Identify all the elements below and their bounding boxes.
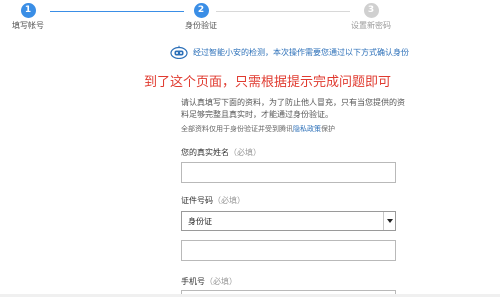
step-number-badge: 2 bbox=[193, 3, 209, 18]
field-label-text: 证件号码 bbox=[181, 196, 213, 205]
real-name-input[interactable] bbox=[181, 162, 396, 183]
step-label: 身份验证 bbox=[185, 21, 217, 30]
privacy-note: 全部资料仅用于身份验证并受到腾讯隐私政策保护 bbox=[181, 124, 335, 134]
id-number-input[interactable] bbox=[181, 240, 396, 261]
step-identity-verify: 2 身份验证 bbox=[161, 3, 241, 31]
phone-label: 手机号（必填） bbox=[181, 276, 237, 287]
id-type-select[interactable]: 身份证 bbox=[181, 211, 396, 231]
step-label: 填写帐号 bbox=[12, 21, 44, 30]
privacy-note-prefix: 全部资料仅用于身份验证并受到腾讯 bbox=[181, 125, 293, 133]
security-notice: 经过智能小安的检测，本次操作需要您通过以下方式确认身份 bbox=[170, 44, 409, 60]
step-label: 设置新密码 bbox=[351, 21, 391, 30]
privacy-note-suffix: 保护 bbox=[321, 125, 335, 133]
step-number-badge: 1 bbox=[20, 3, 36, 18]
step-fill-account: 1 填写帐号 bbox=[0, 3, 68, 31]
dropdown-arrow-icon[interactable] bbox=[383, 212, 395, 230]
real-name-label: 您的真实姓名（必填） bbox=[181, 147, 261, 158]
field-label-text: 您的真实姓名 bbox=[181, 148, 229, 157]
step-progress-bar: 1 填写帐号 2 身份验证 3 设置新密码 bbox=[0, 0, 500, 36]
field-label-text: 手机号 bbox=[181, 277, 205, 286]
required-marker: （必填） bbox=[213, 196, 245, 205]
required-marker: （必填） bbox=[229, 148, 261, 157]
intro-text: 请认真填写下面的资料，为了防止他人冒充，只有当您提供的资料足够完整且真实时，才能… bbox=[181, 98, 405, 119]
step-number-badge: 3 bbox=[363, 3, 379, 18]
security-notice-text: 经过智能小安的检测，本次操作需要您通过以下方式确认身份 bbox=[193, 47, 409, 57]
id-number-label: 证件号码（必填） bbox=[181, 195, 245, 206]
overlay-caption: 到了这个页面，只需根据提示完成问题即可 bbox=[144, 75, 392, 90]
security-robot-icon bbox=[170, 45, 188, 59]
step-set-password: 3 设置新密码 bbox=[331, 3, 411, 31]
privacy-policy-link[interactable]: 隐私政策 bbox=[293, 125, 321, 133]
required-marker: （必填） bbox=[205, 277, 237, 286]
id-type-selected: 身份证 bbox=[188, 217, 212, 226]
